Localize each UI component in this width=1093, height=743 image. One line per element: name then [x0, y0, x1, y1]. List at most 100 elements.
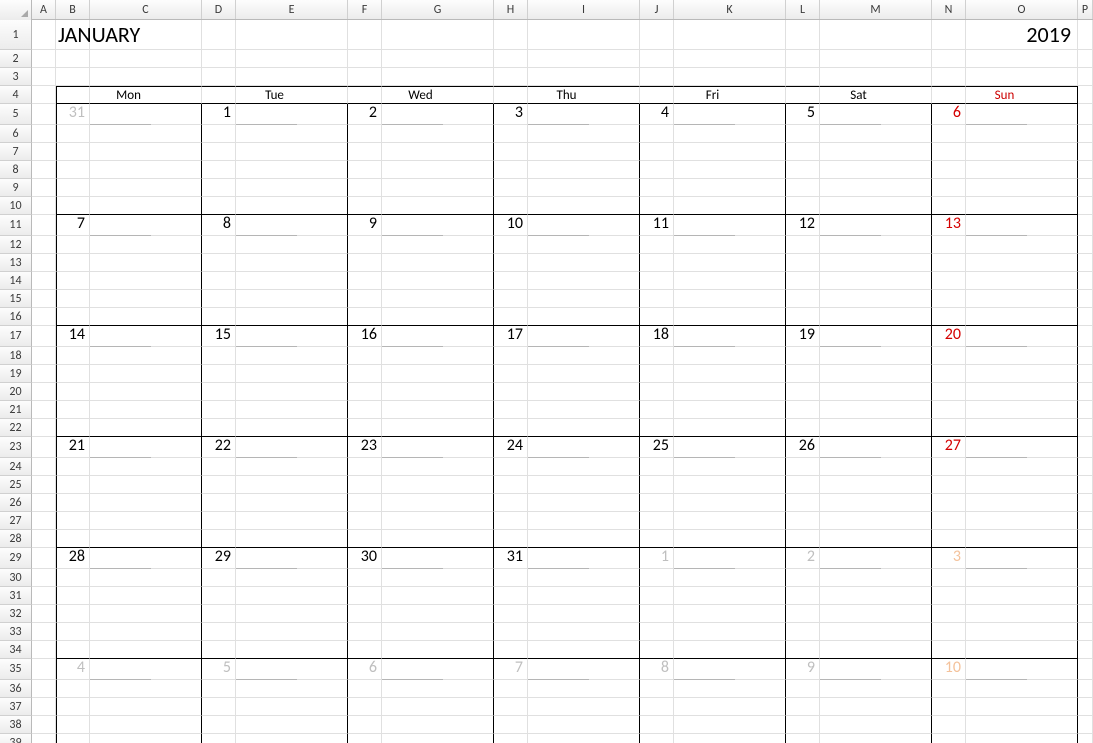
cell-M37[interactable] — [820, 698, 932, 716]
cell-M30[interactable] — [820, 569, 932, 587]
row-header-27[interactable]: 27 — [0, 512, 32, 530]
cell-D16[interactable] — [202, 308, 236, 326]
cell-P39[interactable] — [1078, 734, 1093, 743]
cell-J34[interactable] — [640, 641, 674, 659]
cell-A10[interactable] — [32, 197, 56, 215]
cell-L21[interactable] — [786, 401, 820, 419]
cell-J30[interactable] — [640, 569, 674, 587]
cell-L13[interactable] — [786, 254, 820, 272]
cell-P34[interactable] — [1078, 641, 1093, 659]
cell-K13[interactable] — [674, 254, 786, 272]
cell-O34[interactable] — [966, 641, 1078, 659]
cell-A6[interactable] — [32, 125, 56, 143]
cell-K34[interactable] — [674, 641, 786, 659]
cell-J6[interactable] — [640, 125, 674, 143]
cell-B37[interactable] — [56, 698, 90, 716]
row-header-25[interactable]: 25 — [0, 476, 32, 494]
cell-M19[interactable] — [820, 365, 932, 383]
cell-F18[interactable] — [348, 347, 382, 365]
cell-J9[interactable] — [640, 179, 674, 197]
cell-C16[interactable] — [90, 308, 202, 326]
cell-A9[interactable] — [32, 179, 56, 197]
cell-L4[interactable] — [786, 86, 820, 104]
cell-B2[interactable] — [56, 50, 90, 68]
cell-B24[interactable] — [56, 458, 90, 476]
cell-L6[interactable] — [786, 125, 820, 143]
cell-M27[interactable] — [820, 512, 932, 530]
cell-P32[interactable] — [1078, 605, 1093, 623]
cell-I12[interactable] — [528, 236, 640, 254]
day-number[interactable]: 18 — [640, 326, 674, 347]
cell-C7[interactable] — [90, 143, 202, 161]
cell-C6[interactable] — [90, 125, 202, 143]
cell-B14[interactable] — [56, 272, 90, 290]
cell-K15[interactable] — [674, 290, 786, 308]
cell-D18[interactable] — [202, 347, 236, 365]
cell-F3[interactable] — [348, 68, 382, 86]
cell-O33[interactable] — [966, 623, 1078, 641]
cell-F26[interactable] — [348, 494, 382, 512]
cell-F21[interactable] — [348, 401, 382, 419]
cell-H7[interactable] — [494, 143, 528, 161]
cell-H39[interactable] — [494, 734, 528, 743]
cell-C29[interactable] — [90, 548, 202, 569]
cell-H6[interactable] — [494, 125, 528, 143]
cell-L22[interactable] — [786, 419, 820, 437]
cell-N16[interactable] — [932, 308, 966, 326]
cell-O15[interactable] — [966, 290, 1078, 308]
row-header-5[interactable]: 5 — [0, 104, 32, 125]
cell-G36[interactable] — [382, 680, 494, 698]
cell-F28[interactable] — [348, 530, 382, 548]
cell-B1[interactable]: JANUARY — [56, 20, 90, 50]
cell-J2[interactable] — [640, 50, 674, 68]
cell-I19[interactable] — [528, 365, 640, 383]
cell-P29[interactable] — [1078, 548, 1093, 569]
cell-E10[interactable] — [236, 197, 348, 215]
cell-M5[interactable] — [820, 104, 932, 125]
cell-P11[interactable] — [1078, 215, 1093, 236]
cell-E32[interactable] — [236, 605, 348, 623]
cell-C5[interactable] — [90, 104, 202, 125]
cell-I1[interactable] — [528, 20, 640, 50]
cell-N33[interactable] — [932, 623, 966, 641]
cell-N36[interactable] — [932, 680, 966, 698]
cell-N8[interactable] — [932, 161, 966, 179]
cell-P26[interactable] — [1078, 494, 1093, 512]
cell-M14[interactable] — [820, 272, 932, 290]
cell-B32[interactable] — [56, 605, 90, 623]
cell-J13[interactable] — [640, 254, 674, 272]
cell-D32[interactable] — [202, 605, 236, 623]
cell-N2[interactable] — [932, 50, 966, 68]
cell-P21[interactable] — [1078, 401, 1093, 419]
cell-H15[interactable] — [494, 290, 528, 308]
col-header-I[interactable]: I — [528, 0, 640, 19]
cell-J27[interactable] — [640, 512, 674, 530]
cell-K29[interactable] — [674, 548, 786, 569]
cell-O31[interactable] — [966, 587, 1078, 605]
cell-B22[interactable] — [56, 419, 90, 437]
cell-P24[interactable] — [1078, 458, 1093, 476]
day-number[interactable]: 4 — [56, 659, 90, 680]
cell-L9[interactable] — [786, 179, 820, 197]
cell-F19[interactable] — [348, 365, 382, 383]
cell-C28[interactable] — [90, 530, 202, 548]
cell-C34[interactable] — [90, 641, 202, 659]
cell-C10[interactable] — [90, 197, 202, 215]
day-number[interactable]: 16 — [348, 326, 382, 347]
day-number[interactable]: 17 — [494, 326, 528, 347]
cell-F33[interactable] — [348, 623, 382, 641]
cell-P33[interactable] — [1078, 623, 1093, 641]
cell-G30[interactable] — [382, 569, 494, 587]
cell-G25[interactable] — [382, 476, 494, 494]
cell-O37[interactable] — [966, 698, 1078, 716]
cell-G2[interactable] — [382, 50, 494, 68]
cell-P25[interactable] — [1078, 476, 1093, 494]
cell-G32[interactable] — [382, 605, 494, 623]
cell-G23[interactable] — [382, 437, 494, 458]
col-header-O[interactable]: O — [966, 0, 1078, 19]
row-header-32[interactable]: 32 — [0, 605, 32, 623]
cell-M24[interactable] — [820, 458, 932, 476]
cell-E21[interactable] — [236, 401, 348, 419]
cell-G22[interactable] — [382, 419, 494, 437]
row-header-39[interactable]: 39 — [0, 734, 32, 743]
